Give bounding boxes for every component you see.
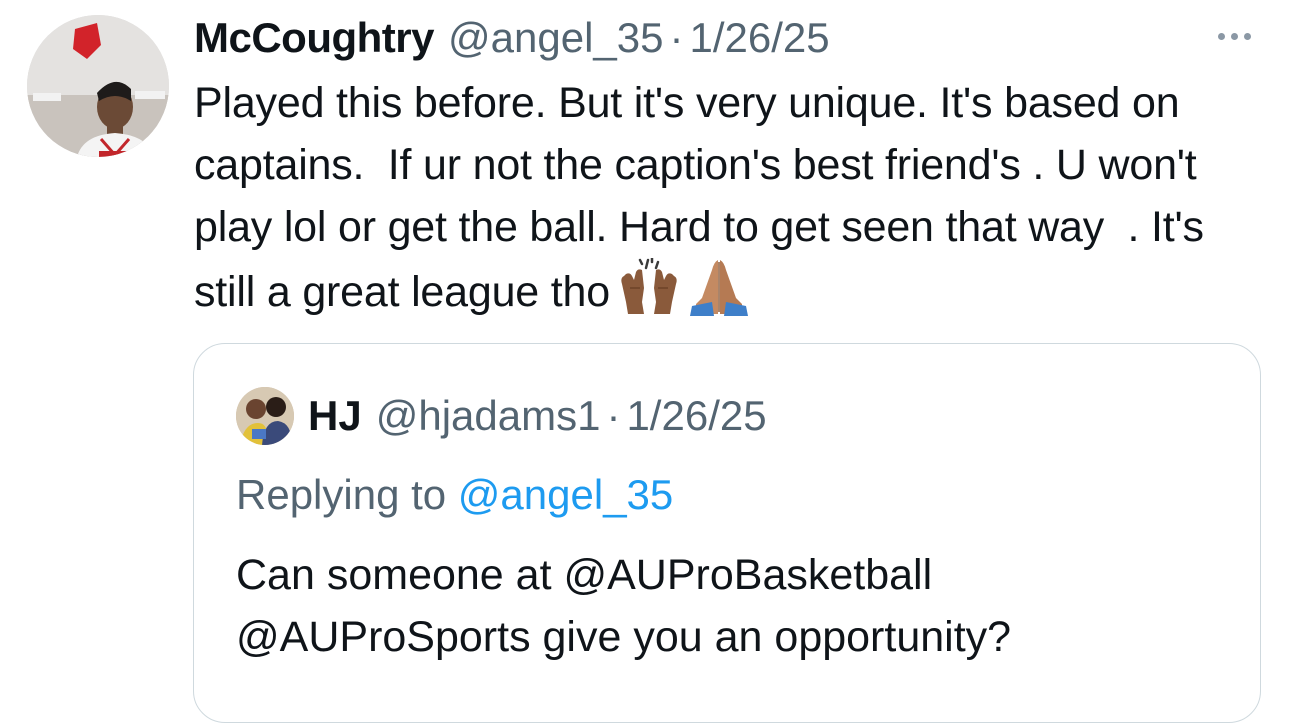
replying-to-label: Replying to <box>236 471 447 518</box>
quoted-tweet-card[interactable]: HJ @hjadams1 · 1/26/25 Replying to @ange… <box>193 343 1261 723</box>
replying-to-mention-link[interactable]: @angel_35 <box>458 471 673 518</box>
author-display-name[interactable]: McCoughtry <box>194 12 435 64</box>
more-horizontal-icon <box>1215 32 1254 40</box>
tweet-body: Played this before. But it's very unique… <box>194 72 1264 333</box>
author-handle[interactable]: @angel_35 <box>448 12 663 64</box>
quoted-author-handle[interactable]: @hjadams1 <box>376 390 601 442</box>
quoted-author-avatar-image <box>236 387 294 445</box>
author-avatar-image <box>27 15 169 157</box>
author-avatar[interactable] <box>27 15 169 157</box>
folded-hands-emoji <box>688 258 750 333</box>
tweet-header: McCoughtry @angel_35 · 1/26/25 <box>194 12 830 64</box>
quoted-author-avatar[interactable] <box>236 387 294 445</box>
replying-to-line: Replying to @angel_35 <box>236 468 673 522</box>
tweet[interactable]: McCoughtry @angel_35 · 1/26/25 Played th… <box>0 0 1290 723</box>
quoted-author-display-name[interactable]: HJ <box>308 390 362 442</box>
more-options-button[interactable] <box>1206 20 1262 52</box>
quoted-tweet-date[interactable]: 1/26/25 <box>626 390 766 442</box>
tweet-date[interactable]: 1/26/25 <box>689 12 829 64</box>
raising-hands-emoji <box>618 256 680 333</box>
header-separator: · <box>669 14 684 61</box>
quoted-header-separator: · <box>606 392 621 439</box>
quoted-tweet-header: HJ @hjadams1 · 1/26/25 <box>308 390 767 442</box>
quoted-tweet-text: Can someone at @AUProBasketball @AUProSp… <box>236 551 1012 661</box>
